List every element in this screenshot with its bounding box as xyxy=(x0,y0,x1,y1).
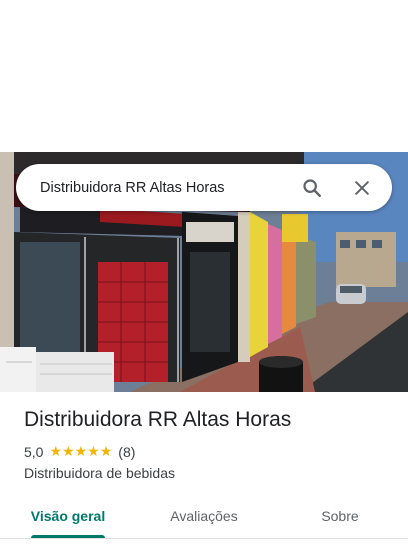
star-icon: ★ xyxy=(87,444,100,460)
tab-reviews[interactable]: Avaliações xyxy=(136,494,272,538)
search-icon[interactable] xyxy=(296,172,328,204)
star-icon: ★ xyxy=(62,444,75,460)
close-icon[interactable] xyxy=(346,172,378,204)
search-input[interactable]: Distribuidora RR Altas Horas xyxy=(40,180,296,196)
search-bar[interactable]: Distribuidora RR Altas Horas xyxy=(16,164,392,211)
tab-label: Visão geral xyxy=(30,508,106,524)
rating-row[interactable]: 5,0 ★ ★ ★ ★ ★ (8) xyxy=(24,444,135,460)
place-title: Distribuidora RR Altas Horas xyxy=(24,408,292,431)
review-count[interactable]: (8) xyxy=(118,444,135,460)
place-category[interactable]: Distribuidora de bebidas xyxy=(24,465,175,481)
star-icon: ★ xyxy=(99,444,113,460)
tab-overview[interactable]: Visão geral xyxy=(0,494,136,538)
tab-label: Avaliações xyxy=(170,508,238,524)
star-icon: ★ xyxy=(49,444,63,460)
rating-value: 5,0 xyxy=(24,444,44,460)
tab-label: Sobre xyxy=(321,508,359,524)
tabs-divider xyxy=(0,538,408,539)
rating-stars: ★ ★ ★ ★ ★ xyxy=(49,445,112,459)
tab-about[interactable]: Sobre xyxy=(272,494,408,538)
map-blank-area xyxy=(0,0,408,152)
place-tabs: Visão geral Avaliações Sobre xyxy=(0,494,408,538)
star-icon: ★ xyxy=(74,444,88,460)
